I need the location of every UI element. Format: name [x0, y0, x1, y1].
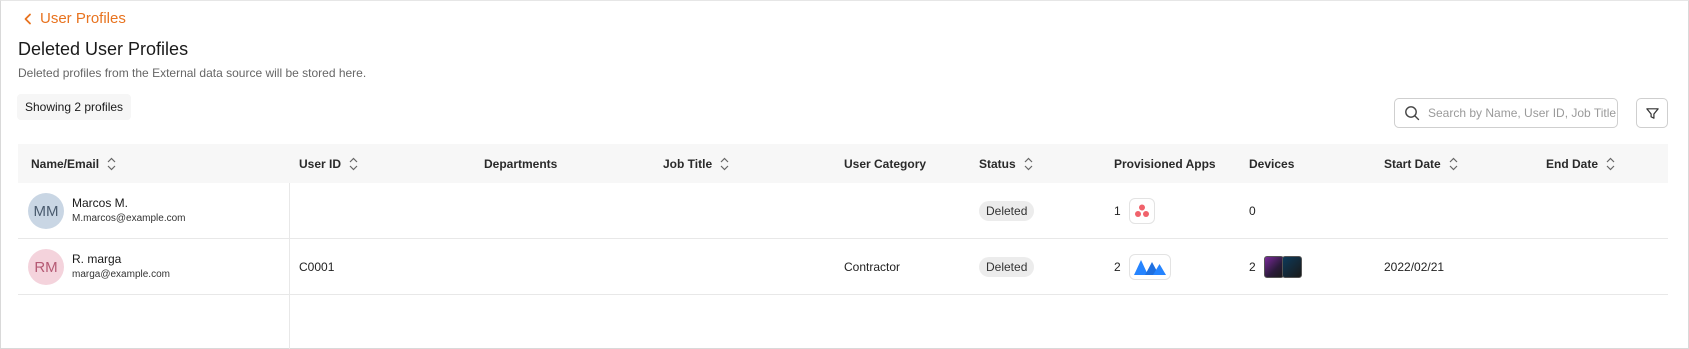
filter-button[interactable] [1636, 98, 1668, 128]
column-header-user-id[interactable]: User ID [299, 144, 358, 183]
search-box[interactable] [1394, 98, 1618, 128]
user-id-cell: C0001 [299, 260, 335, 274]
column-header-departments: Departments [484, 144, 557, 183]
back-link[interactable]: User Profiles [22, 10, 126, 27]
user-name: Marcos M. [72, 196, 129, 210]
sort-icon[interactable] [1606, 157, 1615, 171]
column-divider [289, 183, 290, 349]
user-email: M.marcos@example.com [72, 213, 186, 224]
chevron-left-icon [24, 13, 31, 24]
column-header-user-id-label: User ID [299, 156, 342, 171]
devices-count: 2 [1249, 260, 1256, 274]
column-header-name-label: Name/Email [31, 156, 100, 171]
start-date-cell: 2022/02/21 [1384, 260, 1445, 274]
column-header-user-category: User Category [844, 144, 926, 183]
column-header-name[interactable]: Name/Email [31, 144, 116, 183]
sort-icon[interactable] [1449, 157, 1458, 171]
column-header-provisioned-apps-label: Provisioned Apps [1114, 156, 1216, 171]
apps-count: 2 [1114, 260, 1121, 274]
column-header-devices-label: Devices [1249, 156, 1295, 171]
status-cell: Deleted [979, 239, 1035, 295]
column-header-start-date-label: Start Date [1384, 156, 1441, 171]
provisioned-apps-cell[interactable]: 2 [1114, 239, 1171, 295]
user-email: marga@example.com [72, 269, 170, 280]
column-header-end-date[interactable]: End Date [1546, 144, 1615, 183]
device-icon[interactable] [1281, 256, 1302, 278]
table-header: Name/Email User ID Departments Job Title… [18, 144, 1668, 183]
sort-icon[interactable] [720, 157, 729, 171]
column-header-job-title-label: Job Title [663, 156, 713, 171]
column-header-status[interactable]: Status [979, 144, 1033, 183]
avatar: MM [28, 193, 64, 229]
device-icon[interactable] [1263, 256, 1284, 278]
table-row[interactable]: RM R. marga marga@example.com C0001 Cont… [18, 239, 1668, 295]
table-row[interactable]: MM Marcos M. M.marcos@example.com Delete… [18, 183, 1668, 239]
column-header-user-category-label: User Category [844, 156, 927, 171]
name-cell: RM R. marga marga@example.com [28, 239, 170, 295]
user-name: R. marga [72, 252, 122, 266]
sort-icon[interactable] [349, 157, 358, 171]
column-header-end-date-label: End Date [1546, 156, 1599, 171]
filter-icon [1645, 107, 1659, 119]
provisioned-apps-cell[interactable]: 1 [1114, 183, 1155, 239]
column-header-status-label: Status [979, 156, 1016, 171]
page-title: Deleted User Profiles [18, 39, 189, 59]
name-cell: MM Marcos M. M.marcos@example.com [28, 183, 186, 239]
search-input[interactable] [1428, 106, 1617, 120]
avatar: RM [28, 249, 64, 285]
column-header-departments-label: Departments [484, 156, 558, 171]
user-category-cell: Contractor [844, 260, 901, 274]
search-icon [1405, 106, 1420, 121]
status-badge: Deleted [979, 201, 1035, 221]
devices-cell[interactable]: 2 [1249, 239, 1302, 295]
apps-count: 1 [1114, 204, 1121, 218]
asana-icon[interactable] [1128, 198, 1155, 224]
atlassian-icon[interactable] [1128, 254, 1171, 280]
sort-icon[interactable] [107, 157, 116, 171]
deleted-profiles-table: Name/Email User ID Departments Job Title… [18, 144, 1668, 295]
sort-icon[interactable] [1024, 157, 1033, 171]
devices-cell: 0 [1249, 204, 1256, 218]
status-badge: Deleted [979, 257, 1035, 277]
column-header-job-title[interactable]: Job Title [663, 144, 729, 183]
column-header-provisioned-apps: Provisioned Apps [1114, 144, 1216, 183]
page-subtitle: Deleted profiles from the External data … [18, 66, 367, 80]
back-link-label: User Profiles [40, 10, 126, 27]
status-cell: Deleted [979, 183, 1035, 239]
profile-count-badge: Showing 2 profiles [17, 94, 132, 120]
column-header-devices: Devices [1249, 144, 1294, 183]
column-header-start-date[interactable]: Start Date [1384, 144, 1458, 183]
